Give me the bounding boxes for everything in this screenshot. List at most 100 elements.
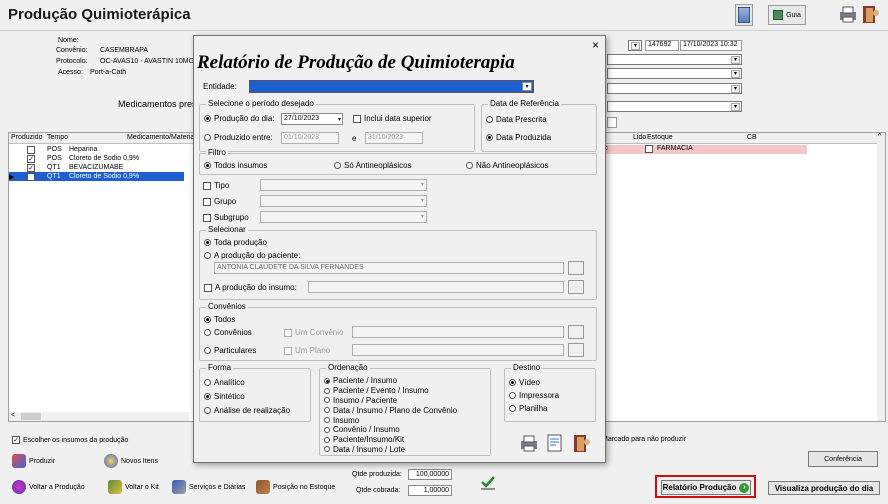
servicos-diarias-button[interactable]: Serviços e Diárias xyxy=(172,480,245,494)
um-plano-checkbox[interactable]: Um Plano xyxy=(284,346,330,355)
row-tempo: QT1 xyxy=(47,164,61,171)
record-combo[interactable]: ▾ xyxy=(628,40,642,51)
relatorio-producao-button[interactable]: Relatório Produção › xyxy=(661,480,751,495)
visualiza-producao-button[interactable]: Visualiza produção do dia xyxy=(768,481,880,495)
record-number: 147692 xyxy=(645,40,679,51)
plano-field[interactable] xyxy=(352,344,564,356)
paciente-field[interactable]: ANTONIA CLAUDETE DA SILVA FERNANDES xyxy=(214,262,564,274)
subgrupo-select[interactable]: ▾ xyxy=(260,211,427,223)
analitico-radio[interactable]: Analítico xyxy=(204,378,245,387)
analise-realizacao-radio[interactable]: Análise de realização xyxy=(204,406,290,415)
header-combo-3[interactable]: ▾ xyxy=(607,83,742,94)
grupo-checkbox[interactable]: Grupo xyxy=(203,197,236,206)
exit-icon[interactable] xyxy=(860,4,882,24)
vertical-scrollbar[interactable]: ^ xyxy=(877,133,885,421)
marcado-label: Marcado para não produzir xyxy=(602,436,687,443)
periodo-group: Selecione o período desejado Produção do… xyxy=(199,99,475,152)
impressora-radio[interactable]: Impressora xyxy=(509,391,559,400)
insumo-lookup-button[interactable] xyxy=(568,280,584,294)
data-inicio-field[interactable]: 01/10/2023 xyxy=(281,132,339,144)
filtro-group: Filtro Todos insumos Só Antineoplásicos … xyxy=(199,148,597,175)
inclui-data-checkbox[interactable]: Inclui data superior xyxy=(353,114,432,123)
convenio-convenios-radio[interactable]: Convênios xyxy=(204,328,252,337)
ordenacao-option-5[interactable]: Convênio / Insumo xyxy=(324,425,457,435)
header-combo-1[interactable]: ▾ xyxy=(607,54,742,65)
header-combo-2[interactable]: ▾ xyxy=(607,68,742,79)
data-produzida-radio[interactable]: Data Produzida xyxy=(486,133,551,142)
ordenacao-option-3[interactable]: Data / Insumo / Plano de Convênio xyxy=(324,405,457,415)
horizontal-scrollbar[interactable]: < xyxy=(9,412,189,421)
destino-group: Destino Vídeo Impressora Planilha xyxy=(504,363,596,422)
ordenacao-option-0[interactable]: Paciente / Insumo xyxy=(324,376,457,386)
convenio-lookup-button[interactable] xyxy=(568,325,584,339)
ordenacao-option-6[interactable]: Paciente/Insumo/Kit xyxy=(324,435,457,445)
todos-insumos-radio[interactable]: Todos insumos xyxy=(204,161,267,170)
produzido-entre-radio[interactable]: Produzido entre: xyxy=(204,133,273,142)
tipo-select[interactable]: ▾ xyxy=(260,179,427,191)
conferencia-button[interactable]: Conferência xyxy=(808,451,878,467)
ordenacao-option-4[interactable]: Insumo xyxy=(324,415,457,425)
escolher-checkbox[interactable]: ✓ xyxy=(12,436,20,444)
row-tempo: QT1 xyxy=(47,173,61,180)
ordenacao-option-7[interactable]: Data / Insumo / Lote xyxy=(324,445,457,455)
producao-paciente-radio[interactable]: A produção do paciente: xyxy=(204,251,300,260)
exit-report-icon[interactable] xyxy=(571,433,593,453)
producao-dia-radio[interactable]: Produção do dia: xyxy=(204,114,275,123)
producao-insumo-checkbox[interactable]: A produção do insumo: xyxy=(204,283,297,292)
print-report-icon[interactable] xyxy=(519,433,539,453)
dialog-title: Relatório de Produção de Quimioterapia xyxy=(197,52,515,73)
ordenacao-options: Paciente / Insumo Paciente / Evento / Ins… xyxy=(324,376,457,454)
sintetico-radio[interactable]: Sintético xyxy=(204,392,245,401)
window-title: Produção Quimioterápica xyxy=(8,6,191,23)
planilha-radio[interactable]: Planilha xyxy=(509,404,547,413)
produzido-checkbox[interactable] xyxy=(27,172,35,181)
print-icon[interactable] xyxy=(838,4,858,24)
novos-itens-button[interactable]: Novos Itens xyxy=(104,454,158,468)
header-combo-4[interactable]: ▾ xyxy=(607,101,742,112)
row-tempo: POS xyxy=(47,146,62,153)
data-fim-field[interactable]: 31/10/2023 xyxy=(365,132,423,144)
qtde-cobrada-field[interactable]: 1,00000 xyxy=(408,485,452,496)
lido-checkbox[interactable] xyxy=(645,145,653,153)
producao-dia-field[interactable]: 27/10/2023 ▾ xyxy=(281,113,343,125)
entidade-select[interactable]: ▾ xyxy=(249,80,534,93)
produzido-checkbox[interactable] xyxy=(27,145,35,154)
ordenacao-option-1[interactable]: Paciente / Evento / Insumo xyxy=(324,386,457,396)
produzido-checkbox[interactable]: ✓ xyxy=(27,154,35,163)
produzido-checkbox[interactable]: ✓ xyxy=(27,163,35,172)
guia-button[interactable]: Guia xyxy=(768,5,806,25)
data-prescrita-radio[interactable]: Data Prescrita xyxy=(486,115,547,124)
insumo-field[interactable] xyxy=(308,281,564,293)
calculator-button[interactable] xyxy=(735,4,753,26)
particulares-radio[interactable]: Particulares xyxy=(204,346,256,355)
nao-antineoplasicos-radio[interactable]: Não Antineoplásicos xyxy=(466,161,549,170)
convenio-todos-radio[interactable]: Todos xyxy=(204,315,235,324)
escolher-insumos[interactable]: ✓ Escolher os insumos da produção xyxy=(12,436,128,444)
table-row[interactable]: ▶ QT1 Cloreto de Sodio 0,9% xyxy=(9,172,184,181)
go-arrow-icon: › xyxy=(739,482,750,493)
forma-group: Forma Analítico Sintético Análise de rea… xyxy=(199,363,311,422)
convenio-field[interactable] xyxy=(352,326,564,338)
so-antineoplasicos-radio[interactable]: Só Antineoplásicos xyxy=(334,161,412,170)
produzir-button[interactable]: Produzir xyxy=(12,454,55,468)
confirm-check-icon[interactable] xyxy=(480,474,496,490)
close-icon[interactable]: × xyxy=(592,38,599,52)
tipo-checkbox[interactable]: Tipo xyxy=(203,181,229,190)
row-medicamento: Heparina xyxy=(69,146,98,153)
ordenacao-option-2[interactable]: Insumo / Paciente xyxy=(324,396,457,406)
subgrupo-checkbox[interactable]: Subgrupo xyxy=(203,213,249,222)
um-convenio-checkbox[interactable]: Um Convênio xyxy=(284,328,343,337)
paciente-lookup-button[interactable] xyxy=(568,261,584,275)
plano-lookup-button[interactable] xyxy=(568,343,584,357)
grupo-select[interactable]: ▾ xyxy=(260,195,427,207)
voltar-producao-button[interactable]: Voltar a Produção xyxy=(12,480,85,494)
header-field[interactable] xyxy=(607,117,617,128)
voltar-kit-button[interactable]: Voltar o Kit xyxy=(108,480,159,494)
toda-producao-radio[interactable]: Toda produção xyxy=(204,238,267,247)
posicao-estoque-button[interactable]: Posição no Estoque xyxy=(256,480,335,494)
grid-pink-row[interactable]: rc FARMACIA xyxy=(601,145,807,154)
video-radio[interactable]: Vídeo xyxy=(509,378,540,387)
referencia-group: Data de Referência Data Prescrita Data P… xyxy=(481,99,597,152)
preview-report-icon[interactable] xyxy=(545,433,565,453)
qtde-produzida-field[interactable]: 100,00000 xyxy=(408,469,452,480)
